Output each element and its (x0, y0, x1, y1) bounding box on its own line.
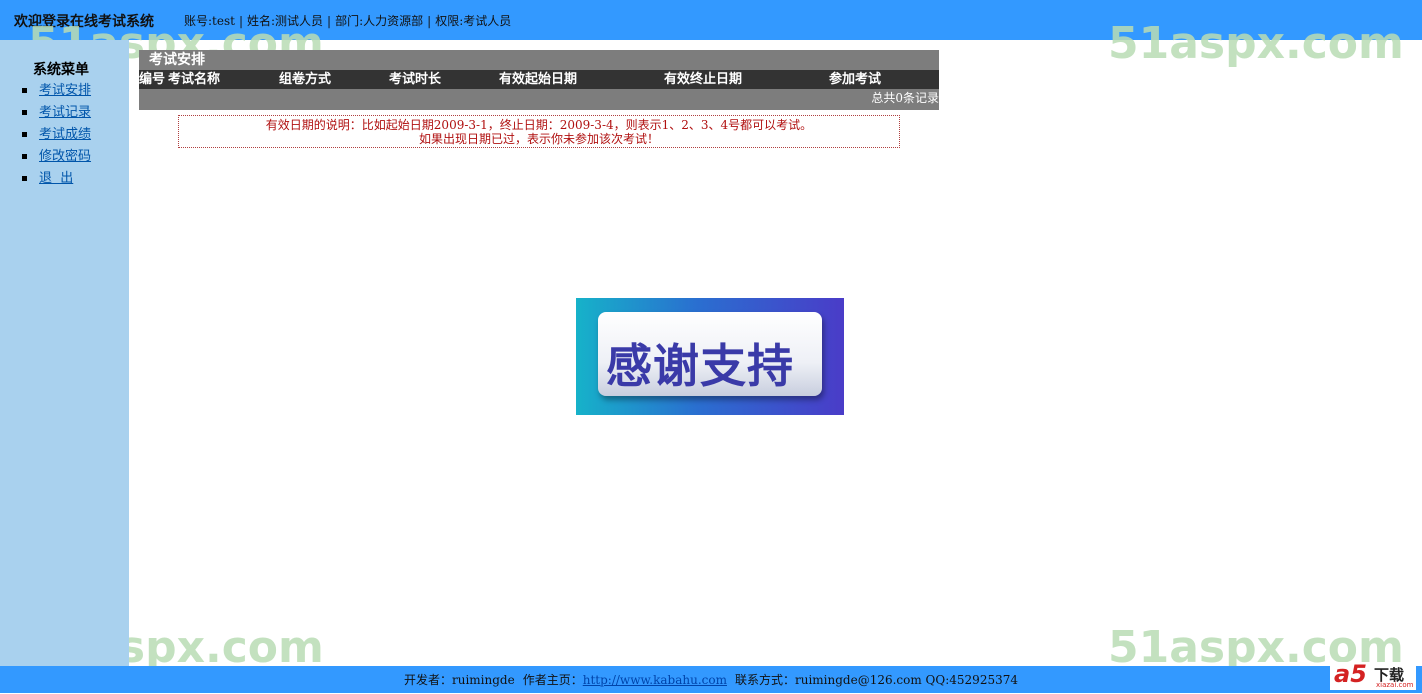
watermark-top-right: 51aspx.com (1108, 18, 1404, 69)
sidebar-item-exam-schedule: 考试安排 (22, 80, 91, 102)
exam-schedule-table: 考试安排 编号 考试名称 组卷方式 考试时长 有效起始日期 有效终止日期 参加考… (139, 50, 939, 110)
a5-download-logo: a5 下载 xiazai.com (1330, 660, 1416, 690)
sidebar-item-change-password: 修改密码 (22, 146, 91, 168)
footer-developer: 开发者：ruimingde (404, 673, 515, 687)
sidebar: 系统菜单 考试安排 考试记录 考试成绩 修改密码 退 出 (0, 40, 129, 666)
sidebar-menu: 考试安排 考试记录 考试成绩 修改密码 退 出 (22, 80, 91, 190)
col-header-start-date: 有效起始日期 (499, 72, 578, 87)
note-line-1: 有效日期的说明：比如起始日期2009-3-1，终止日期：2009-3-4，则表示… (265, 118, 813, 132)
dept-label: 部门:人力资源部 (335, 14, 424, 28)
sidebar-item-exam-scores: 考试成绩 (22, 124, 91, 146)
page-footer: 开发者：ruimingde 作者主页：http://www.kabahu.com 联… (0, 666, 1422, 693)
table-footer-row: 总共0条记录 (139, 89, 939, 110)
col-header-duration: 考试时长 (389, 72, 442, 87)
footer-homepage-link[interactable]: http://www.kabahu.com (583, 673, 727, 687)
col-header-end-date: 有效终止日期 (664, 72, 743, 87)
sidebar-title: 系统菜单 (33, 62, 89, 78)
col-header-paper-method: 组卷方式 (279, 72, 332, 87)
note-line-2: 如果出现日期已过，表示你未参加该次考试！ (418, 132, 659, 146)
sidebar-link-logout[interactable]: 退 出 (39, 171, 73, 186)
col-header-id: 编号 (139, 72, 166, 87)
role-label: 权限:考试人员 (435, 14, 512, 28)
date-explanation-note: 有效日期的说明：比如起始日期2009-3-1，终止日期：2009-3-4，则表示… (178, 115, 900, 148)
bullet-icon (22, 110, 27, 115)
sidebar-item-logout: 退 出 (22, 168, 91, 190)
col-header-take-exam: 参加考试 (829, 72, 882, 87)
table-header-row: 编号 考试名称 组卷方式 考试时长 有效起始日期 有效终止日期 参加考试 (139, 70, 939, 89)
sidebar-link-change-password[interactable]: 修改密码 (39, 149, 91, 164)
sidebar-link-exam-records[interactable]: 考试记录 (39, 105, 91, 120)
bullet-icon (22, 154, 27, 159)
footer-homepage-label: 作者主页： (522, 673, 583, 687)
thanks-banner-plate: 感谢支持 (598, 312, 822, 396)
col-header-exam-name: 考试名称 (168, 72, 221, 87)
thanks-banner-text: 感谢支持 (606, 339, 794, 393)
bullet-icon (22, 132, 27, 137)
record-count: 总共0条记录 (871, 91, 939, 105)
table-caption: 考试安排 (139, 50, 939, 70)
sidebar-link-exam-schedule[interactable]: 考试安排 (39, 83, 91, 98)
thanks-banner: 感谢支持 (576, 298, 844, 415)
sidebar-item-exam-records: 考试记录 (22, 102, 91, 124)
sidebar-link-exam-scores[interactable]: 考试成绩 (39, 127, 91, 142)
bullet-icon (22, 176, 27, 181)
footer-contact: 联系方式：ruimingde@126.com QQ:452925374 (734, 673, 1018, 687)
logo-domain: xiazai.com (1376, 681, 1414, 689)
bullet-icon (22, 88, 27, 93)
logo-brand: a5 (1334, 660, 1367, 688)
